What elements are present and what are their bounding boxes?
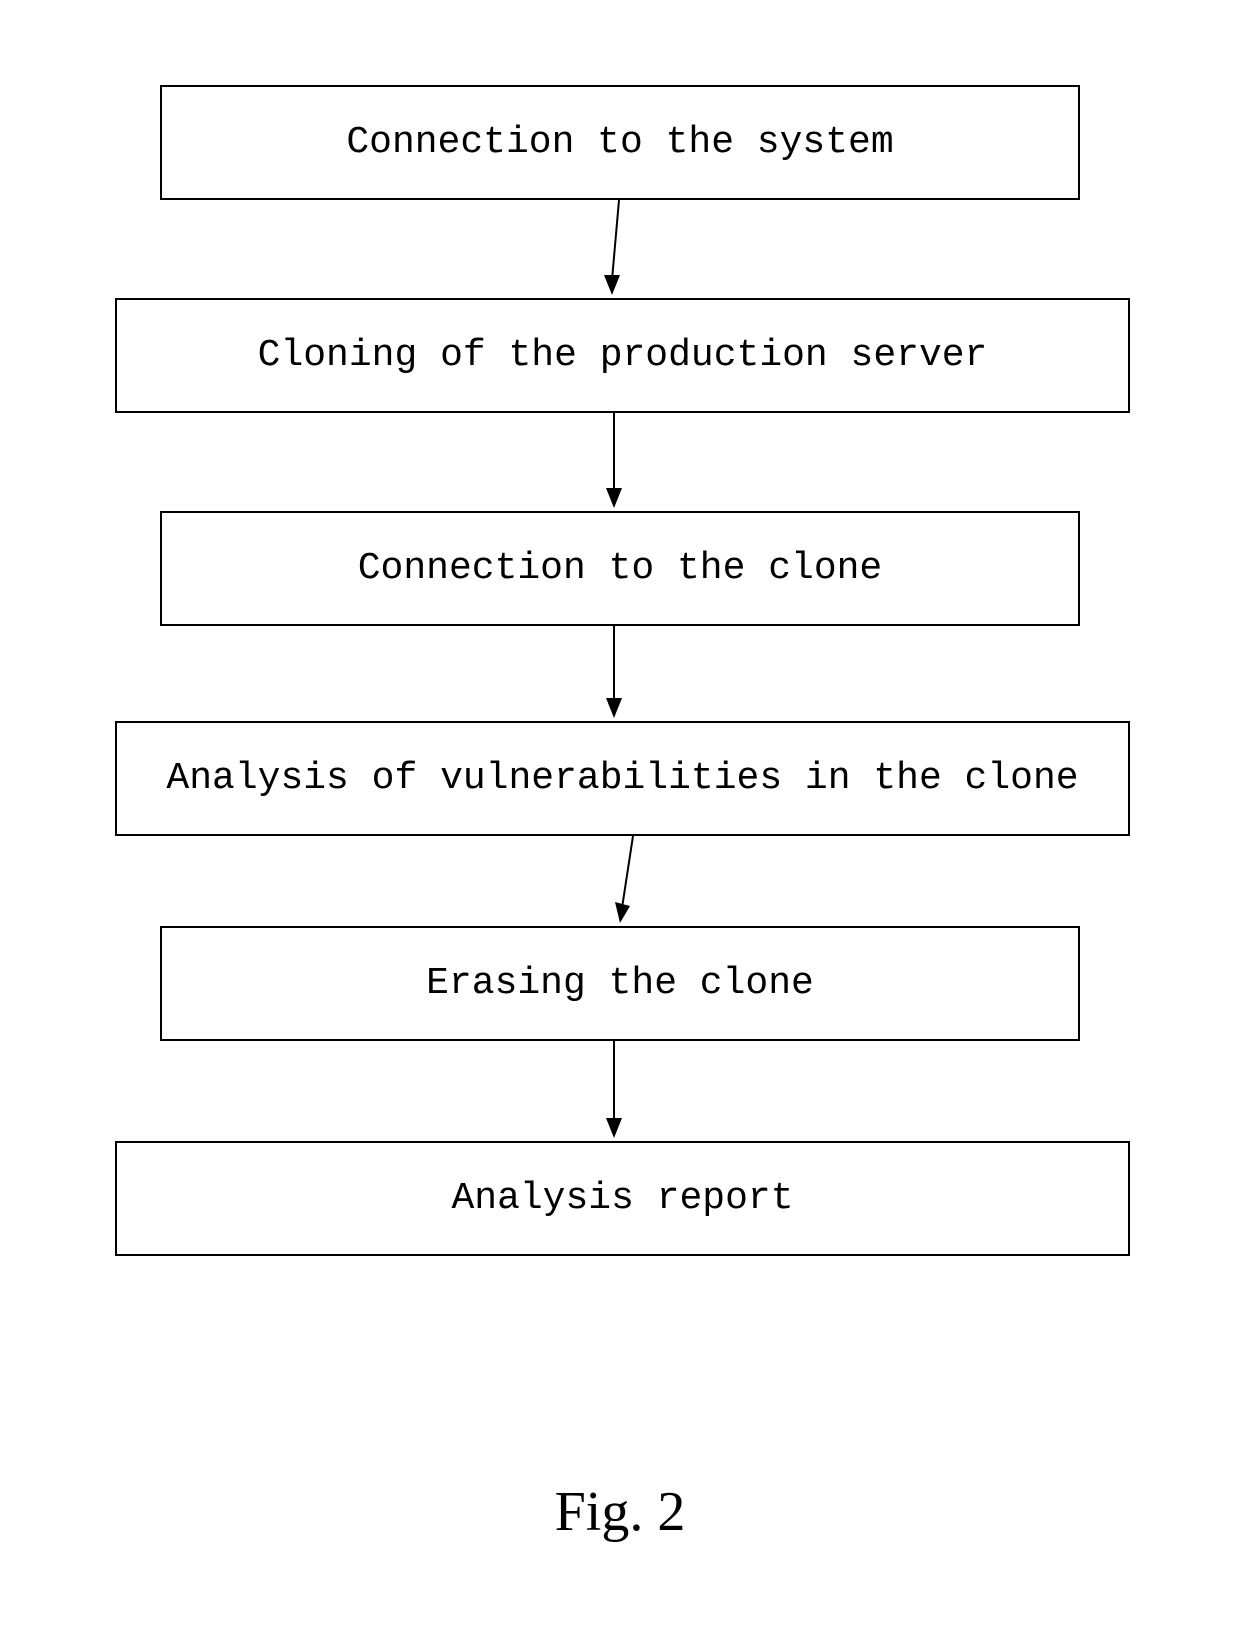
step-label-4: Analysis of vulnerabilities in the clone xyxy=(166,756,1078,802)
step-box-5: Erasing the clone xyxy=(160,926,1080,1041)
arrow-2-3 xyxy=(604,413,624,511)
step-box-3: Connection to the clone xyxy=(160,511,1080,626)
arrow-4-5 xyxy=(615,836,635,926)
step-label-2: Cloning of the production server xyxy=(258,333,988,379)
step-label-3: Connection to the clone xyxy=(358,546,883,592)
step-box-1: Connection to the system xyxy=(160,85,1080,200)
flowchart-container: Connection to the system Cloning of the … xyxy=(0,0,1240,1645)
step-label-6: Analysis report xyxy=(451,1176,793,1222)
step-box-4: Analysis of vulnerabilities in the clone xyxy=(115,721,1130,836)
arrow-3-4 xyxy=(604,626,624,721)
arrow-5-6 xyxy=(604,1041,624,1141)
arrow-1-2 xyxy=(604,200,624,298)
figure-caption: Fig. 2 xyxy=(0,1480,1240,1544)
step-box-6: Analysis report xyxy=(115,1141,1130,1256)
step-box-2: Cloning of the production server xyxy=(115,298,1130,413)
step-label-1: Connection to the system xyxy=(346,120,893,166)
step-label-5: Erasing the clone xyxy=(426,961,814,1007)
